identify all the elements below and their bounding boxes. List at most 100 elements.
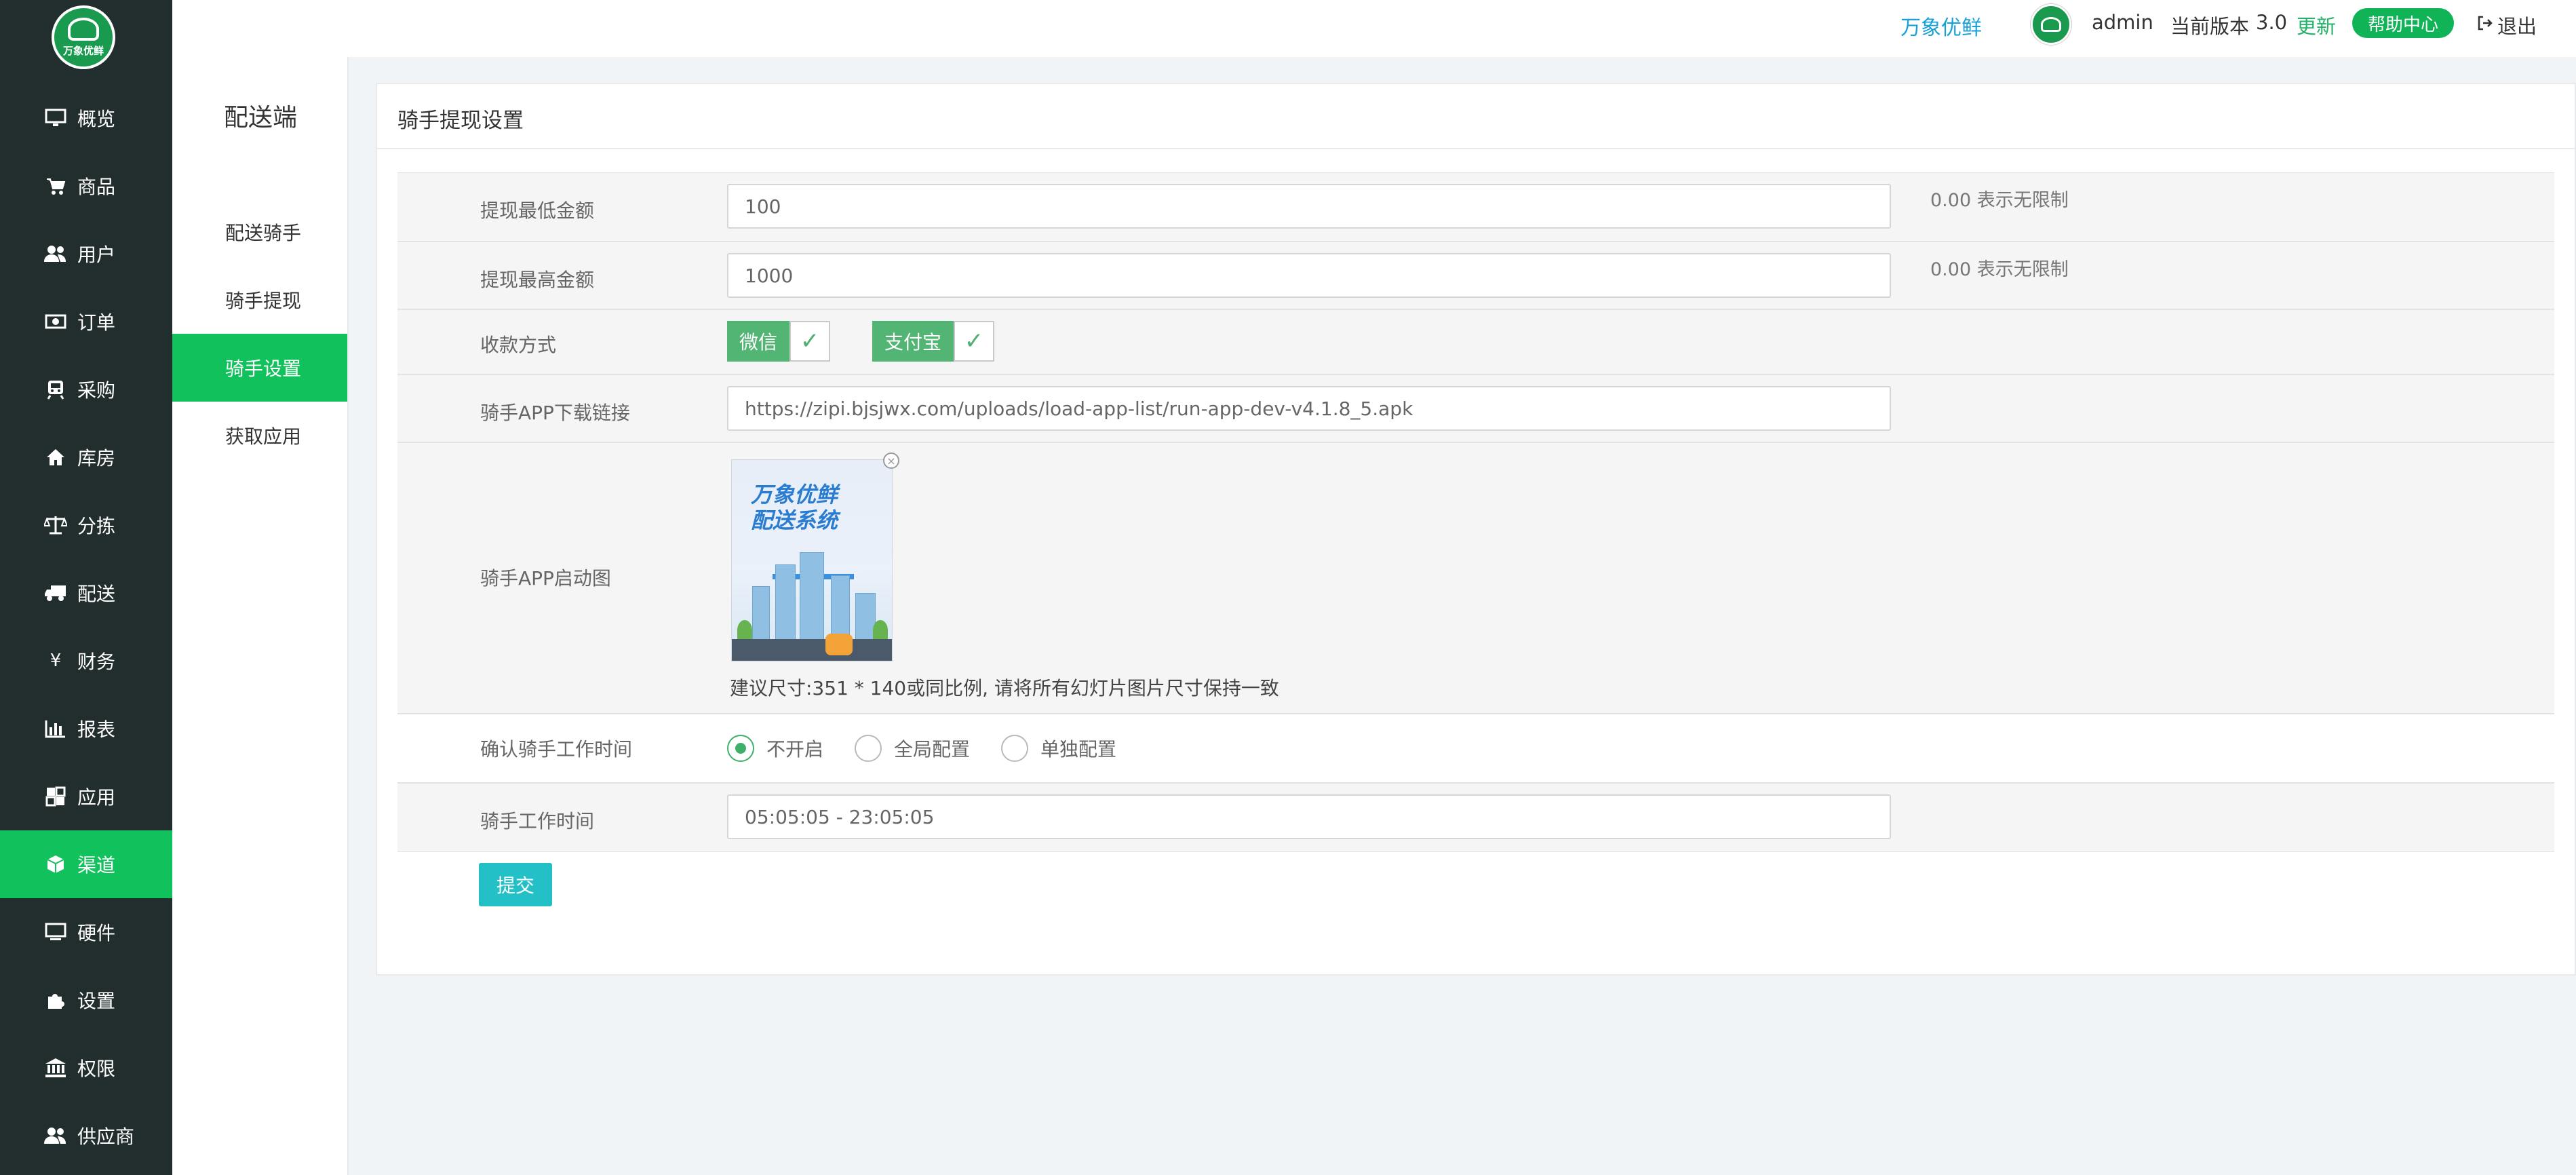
subnav-item-rider-settings[interactable]: 骑手设置: [172, 334, 347, 402]
radio-label: 全局配置: [894, 738, 971, 760]
payment-label: 收款方式: [480, 334, 557, 356]
apps-icon: [43, 784, 68, 809]
sidebar-item-warehouse[interactable]: 库房: [0, 423, 172, 491]
sidebar-item-suppliers[interactable]: 供应商: [0, 1102, 172, 1170]
splash-image-preview[interactable]: 万象优鲜 配送系统: [731, 459, 893, 661]
app-link-label: 骑手APP下载链接: [480, 402, 630, 424]
avatar[interactable]: [2031, 4, 2071, 45]
sidebar-item-delivery[interactable]: 配送: [0, 559, 172, 627]
form-row-app-link: 骑手APP下载链接 https://zipi.bjsjwx.com/upload…: [397, 374, 2554, 442]
sidebar-item-sorting[interactable]: 分拣: [0, 491, 172, 559]
sidebar-item-label: 财务: [77, 651, 116, 673]
max-withdraw-label: 提现最高金额: [480, 269, 595, 291]
settings-form: 提现最低金额 100 0.00 表示无限制 提现最高金额 1000 0.00 表…: [376, 148, 2576, 976]
sidebar-item-channels[interactable]: 渠道: [0, 830, 172, 898]
update-link[interactable]: 更新: [2297, 11, 2336, 39]
max-withdraw-input[interactable]: 1000: [727, 253, 1891, 298]
sidebar-item-label: 设置: [77, 990, 116, 1012]
logo-mark-icon: [68, 17, 99, 41]
splash-size-hint: 建议尺寸:351 * 140或同比例, 请将所有幻灯片图片尺寸保持一致: [730, 677, 1279, 699]
confirm-work-time-radios: 不开启 全局配置 单独配置: [727, 735, 1148, 762]
sidebar-item-label: 商品: [77, 176, 116, 198]
puzzle-icon: [43, 988, 68, 1012]
sidebar-item-label: 配送: [77, 583, 116, 605]
payment-option-alipay[interactable]: 支付宝 ✓: [872, 321, 995, 362]
subnav-item-get-app[interactable]: 获取应用: [172, 402, 347, 469]
sidebar-item-orders[interactable]: 订单: [0, 288, 172, 355]
main-sidebar: 万象优鲜 概览 商品 用户 订单 采购 库房 分拣 配送 ¥ 财务 报表 应用 …: [0, 0, 172, 1175]
building-shape: [800, 552, 824, 640]
tree-shape: [873, 620, 888, 640]
form-row-work-time: 骑手工作时间 05:05:05 - 23:05:05: [397, 783, 2554, 852]
train-icon: [43, 377, 68, 402]
sign-out-icon: [2477, 15, 2493, 36]
road-shape: [732, 639, 892, 661]
work-time-label: 骑手工作时间: [480, 810, 595, 832]
sidebar-item-permissions[interactable]: 权限: [0, 1034, 172, 1102]
radio-disabled[interactable]: 不开启: [727, 735, 823, 762]
logout-label: 退出: [2497, 15, 2537, 38]
form-row-min-withdraw: 提现最低金额 100 0.00 表示无限制: [397, 172, 2554, 242]
logout-button[interactable]: 退出: [2477, 11, 2537, 39]
min-withdraw-hint: 0.00 表示无限制: [1930, 190, 2069, 211]
sidebar-item-goods[interactable]: 商品: [0, 152, 172, 220]
sidebar-item-label: 概览: [77, 108, 116, 130]
sidebar-item-reports[interactable]: 报表: [0, 695, 172, 763]
sidebar-item-label: 采购: [77, 379, 116, 402]
app-link-input[interactable]: https://zipi.bjsjwx.com/uploads/load-app…: [727, 386, 1891, 431]
building-shape: [775, 564, 796, 640]
scooter-shape: [825, 634, 853, 655]
check-icon: ✓: [954, 321, 995, 362]
min-withdraw-input[interactable]: 100: [727, 184, 1891, 229]
sidebar-item-settings[interactable]: 设置: [0, 966, 172, 1034]
splash-image-text-2: 配送系统: [751, 507, 838, 533]
version-label: 当前版本: [2170, 15, 2250, 38]
sidebar-item-label: 应用: [77, 786, 116, 809]
desktop-icon: [43, 920, 68, 944]
subnav-title: 配送端: [224, 104, 298, 132]
home-icon: [43, 445, 68, 469]
max-withdraw-hint: 0.00 表示无限制: [1930, 259, 2069, 280]
sidebar-item-users[interactable]: 用户: [0, 220, 172, 288]
sidebar-item-purchase[interactable]: 采购: [0, 355, 172, 423]
money-icon: [43, 309, 68, 334]
brand-link[interactable]: 万象优鲜: [1900, 11, 1982, 41]
logo[interactable]: 万象优鲜: [52, 5, 115, 69]
sidebar-item-label: 订单: [77, 311, 116, 334]
sidebar-item-label: 权限: [77, 1058, 116, 1080]
radio-label: 单独配置: [1040, 738, 1117, 760]
subnav-item-withdrawals[interactable]: 骑手提现: [172, 266, 347, 334]
monitor-icon: [43, 106, 68, 130]
payment-option-wechat[interactable]: 微信 ✓: [727, 321, 831, 362]
form-row-confirm-work-time: 确认骑手工作时间 不开启 全局配置 单独配置: [397, 714, 2554, 783]
sidebar-item-finance[interactable]: ¥ 财务: [0, 627, 172, 695]
help-center-button[interactable]: 帮助中心: [2352, 8, 2454, 38]
radio-circle: [1001, 735, 1029, 762]
avatar-mark-icon: [2041, 17, 2061, 32]
secondary-sidebar: 配送端 配送骑手 骑手提现 骑手设置 获取应用: [172, 57, 349, 1175]
form-row-payment: 收款方式 微信 ✓ 支付宝 ✓: [397, 309, 2554, 374]
radio-global[interactable]: 全局配置: [855, 735, 970, 762]
form-row-splash: 骑手APP启动图 万象优鲜 配送系统 × 建议尺寸:351 * 140或同比例,…: [397, 442, 2554, 714]
sidebar-item-hardware[interactable]: 硬件: [0, 898, 172, 966]
sidebar-item-apps[interactable]: 应用: [0, 763, 172, 830]
sidebar-item-overview[interactable]: 概览: [0, 84, 172, 152]
check-icon: ✓: [789, 321, 831, 362]
work-time-input[interactable]: 05:05:05 - 23:05:05: [727, 794, 1891, 839]
sidebar-item-label: 用户: [77, 244, 116, 266]
radio-individual[interactable]: 单独配置: [1001, 735, 1116, 762]
bar-chart-icon: [43, 716, 68, 741]
sidebar-item-label: 报表: [77, 718, 116, 741]
bank-icon: [43, 1056, 68, 1080]
submit-button[interactable]: 提交: [479, 863, 552, 906]
confirm-work-time-label: 确认骑手工作时间: [480, 738, 633, 760]
username[interactable]: admin: [2092, 11, 2153, 34]
splash-label: 骑手APP启动图: [480, 567, 611, 590]
cube-icon: [43, 852, 68, 877]
subnav-item-riders[interactable]: 配送骑手: [172, 198, 347, 266]
yen-icon: ¥: [50, 651, 62, 671]
sidebar-item-label: 渠道: [77, 854, 116, 877]
radio-label: 不开启: [766, 738, 824, 760]
cart-icon: [43, 174, 68, 198]
remove-image-icon[interactable]: ×: [883, 452, 899, 469]
